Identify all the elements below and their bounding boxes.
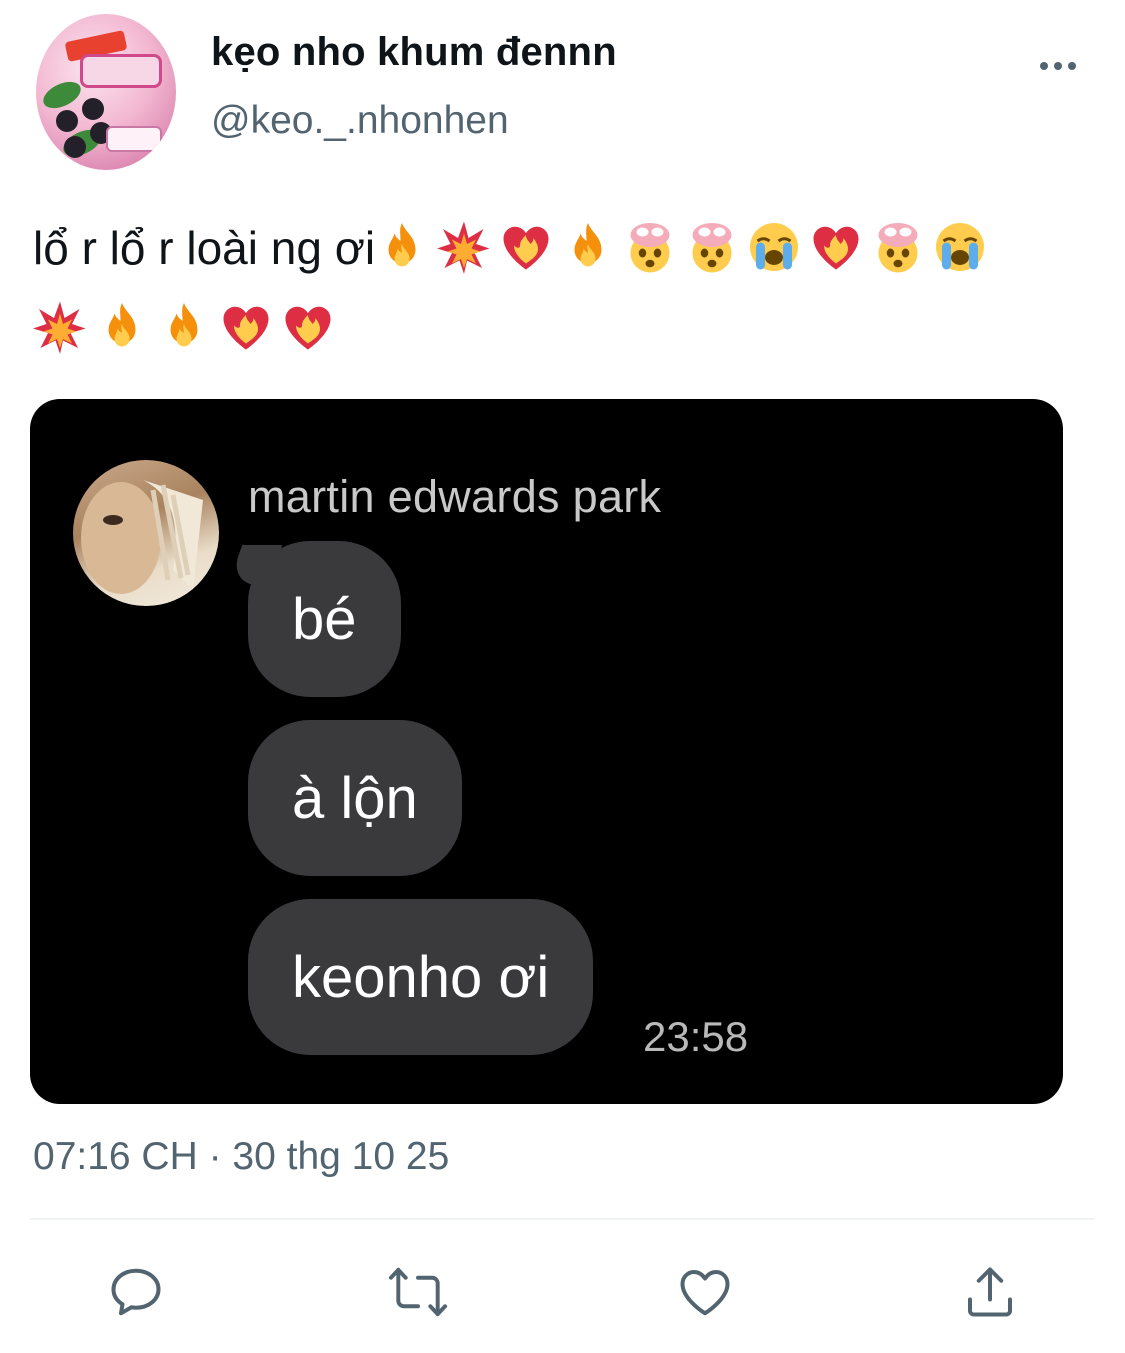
tweet-text-body: lổ r lổ r loài ng ơi [33, 222, 376, 274]
divider [30, 1218, 1095, 1220]
heart-on-fire-emoji-icon [499, 218, 553, 272]
more-dot [1068, 62, 1076, 70]
fire-emoji-icon [157, 298, 211, 352]
share-icon[interactable] [958, 1260, 1022, 1324]
tweet-timestamp[interactable]: 07:16 CH · 30 thg 10 25 [33, 1135, 449, 1179]
loudly-crying-face-emoji-icon [933, 218, 987, 272]
avatar-berry-decoration [64, 136, 86, 158]
more-horizontal-icon[interactable] [1040, 56, 1084, 76]
avatar-brand-decoration [80, 54, 162, 88]
message-text: à lộn [292, 765, 418, 831]
exploding-head-emoji-icon [871, 218, 925, 273]
emoji-row-2 [33, 301, 343, 354]
message-text: keonho ơi [292, 944, 550, 1010]
exploding-head-emoji-icon [685, 218, 739, 273]
collision-emoji-icon [437, 218, 491, 274]
more-dot [1040, 62, 1048, 70]
profile-avatar[interactable] [36, 14, 176, 170]
exploding-head-emoji-icon [623, 218, 677, 273]
message-text: bé [292, 586, 357, 652]
fire-emoji-icon [561, 218, 615, 272]
message-bubble: à lộn [248, 720, 462, 876]
emoji-row-1 [375, 221, 995, 274]
fire-emoji-icon [375, 218, 429, 272]
retweet-icon[interactable] [386, 1260, 450, 1324]
dm-sender-avatar [73, 460, 219, 606]
dm-sender-name: martin edwards park [248, 471, 662, 522]
reply-icon[interactable] [104, 1260, 168, 1324]
heart-on-fire-emoji-icon [281, 298, 335, 352]
heart-icon[interactable] [673, 1260, 737, 1324]
more-dot [1054, 62, 1062, 70]
avatar-leaf-decoration [39, 76, 85, 114]
tweet-page: kẹo nho khum đennn @keo._.nhonhen lổ r l… [0, 0, 1125, 1353]
heart-on-fire-emoji-icon [219, 298, 273, 352]
message-bubble: keonho ơi [248, 899, 594, 1055]
avatar-berry-decoration [82, 98, 104, 120]
display-name[interactable]: kẹo nho khum đennn [211, 30, 617, 75]
fire-emoji-icon [95, 298, 149, 352]
tweet-media-image[interactable]: martin edwards park bé à lộn keonho ơi 2… [30, 399, 1063, 1104]
avatar-flavour-tag [106, 126, 162, 152]
avatar-berry-decoration [56, 110, 78, 132]
message-bubble: bé [248, 541, 401, 697]
user-handle[interactable]: @keo._.nhonhen [211, 99, 509, 143]
collision-emoji-icon [33, 298, 87, 354]
message-time: 23:58 [643, 1013, 749, 1060]
loudly-crying-face-emoji-icon [747, 218, 801, 272]
tweet-text: lổ r lổ r loài ng ơi [33, 208, 1093, 368]
heart-on-fire-emoji-icon [809, 218, 863, 272]
